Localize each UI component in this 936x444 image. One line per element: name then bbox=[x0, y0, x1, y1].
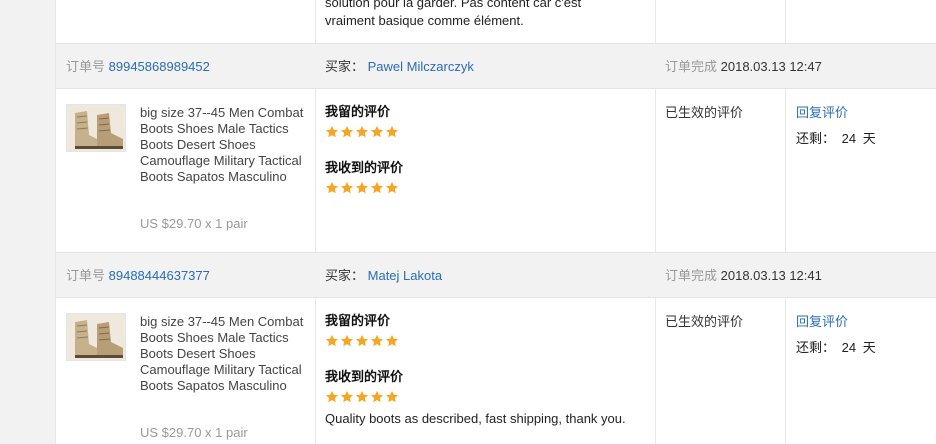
previous-review-comment: solution pour la garder. Pas content car… bbox=[325, 0, 625, 30]
product-price: US $29.70 x 1 pair bbox=[140, 216, 248, 231]
buyer: 买家： Pawel Milczarczyk bbox=[325, 58, 474, 76]
previous-order-tail: solution pour la garder. Pas content car… bbox=[56, 0, 936, 43]
order-completed: 订单完成 2018.03.13 12:47 bbox=[665, 58, 822, 76]
review-actions: 回复评价 还剩： 24 天 bbox=[796, 105, 876, 147]
order-number-link[interactable]: 89945868989452 bbox=[109, 59, 210, 74]
star-icon bbox=[355, 334, 369, 347]
star-icon bbox=[325, 125, 339, 138]
review-status: 已生效的评价 bbox=[665, 314, 744, 329]
review-column: 我留的评价 我收到的评价 bbox=[325, 105, 655, 197]
buyer-link[interactable]: Matej Lakota bbox=[368, 268, 442, 283]
remaining-days: 24 bbox=[841, 340, 857, 355]
order-completed: 订单完成 2018.03.13 12:41 bbox=[665, 267, 822, 285]
review-column: 我留的评价 我收到的评价 Quality boots as described,… bbox=[325, 314, 655, 428]
left-gutter bbox=[0, 0, 56, 444]
product-title[interactable]: big size 37--45 Men Combat Boots Shoes M… bbox=[140, 314, 312, 394]
remaining-suffix: 天 bbox=[862, 131, 876, 146]
completed-time: 2018.03.13 12:41 bbox=[720, 268, 822, 283]
column-divider bbox=[785, 89, 786, 252]
completed-label: 订单完成 bbox=[665, 59, 718, 74]
received-review-comment: Quality boots as described, fast shippin… bbox=[325, 411, 626, 426]
received-review-heading: 我收到的评价 bbox=[325, 370, 404, 385]
my-review-heading: 我留的评价 bbox=[325, 105, 391, 120]
product-price: US $29.70 x 1 pair bbox=[140, 425, 248, 440]
order-header: 订单号 89945868989452 买家： Pawel Milczarczyk… bbox=[56, 43, 936, 89]
product-title[interactable]: big size 37--45 Men Combat Boots Shoes M… bbox=[140, 105, 312, 185]
remaining-prefix: 还剩： bbox=[796, 340, 836, 355]
order-header: 订单号 89488444637377 买家： Matej Lakota 订单完成… bbox=[56, 252, 936, 298]
buyer-label: 买家： bbox=[325, 59, 365, 74]
column-divider bbox=[655, 298, 656, 444]
order-number-link[interactable]: 89488444637377 bbox=[109, 268, 210, 283]
product-thumbnail[interactable] bbox=[66, 104, 126, 152]
my-review-stars bbox=[325, 125, 655, 141]
star-icon bbox=[340, 181, 354, 194]
order-number: 订单号 89945868989452 bbox=[66, 58, 210, 76]
star-icon bbox=[340, 390, 354, 403]
remaining-days: 24 bbox=[841, 131, 857, 146]
remaining-suffix: 天 bbox=[862, 340, 876, 355]
completed-label: 订单完成 bbox=[665, 268, 718, 283]
star-icon bbox=[355, 390, 369, 403]
my-review-heading: 我留的评价 bbox=[325, 314, 391, 329]
star-icon bbox=[385, 125, 399, 138]
star-icon bbox=[370, 125, 384, 138]
product-thumbnail[interactable] bbox=[66, 313, 126, 361]
column-divider bbox=[785, 298, 786, 444]
star-icon bbox=[340, 334, 354, 347]
order-number-label: 订单号 bbox=[66, 268, 106, 283]
my-review-stars bbox=[325, 334, 655, 350]
buyer-link[interactable]: Pawel Milczarczyk bbox=[368, 59, 474, 74]
column-divider bbox=[315, 298, 316, 444]
star-icon bbox=[355, 125, 369, 138]
days-remaining: 还剩： 24 天 bbox=[796, 340, 876, 356]
received-review-stars bbox=[325, 390, 655, 406]
reply-review-link[interactable]: 回复评价 bbox=[796, 314, 876, 330]
star-icon bbox=[370, 181, 384, 194]
remaining-prefix: 还剩： bbox=[796, 131, 836, 146]
column-divider bbox=[315, 89, 316, 252]
star-icon bbox=[325, 181, 339, 194]
column-divider bbox=[655, 89, 656, 252]
order-row: big size 37--45 Men Combat Boots Shoes M… bbox=[56, 298, 936, 444]
boots-image-icon bbox=[67, 314, 125, 360]
star-icon bbox=[370, 334, 384, 347]
previous-review-line-1: solution pour la garder. Pas content car… bbox=[325, 0, 582, 10]
buyer: 买家： Matej Lakota bbox=[325, 267, 442, 285]
days-remaining: 还剩： 24 天 bbox=[796, 131, 876, 147]
order-row: big size 37--45 Men Combat Boots Shoes M… bbox=[56, 89, 936, 252]
star-icon bbox=[355, 181, 369, 194]
star-icon bbox=[385, 334, 399, 347]
feedback-table: solution pour la garder. Pas content car… bbox=[56, 0, 936, 444]
order-number: 订单号 89488444637377 bbox=[66, 267, 210, 285]
reply-review-link[interactable]: 回复评价 bbox=[796, 105, 876, 121]
order-number-label: 订单号 bbox=[66, 59, 106, 74]
received-review-heading: 我收到的评价 bbox=[325, 161, 404, 176]
star-icon bbox=[325, 334, 339, 347]
star-icon bbox=[385, 390, 399, 403]
completed-time: 2018.03.13 12:47 bbox=[720, 59, 822, 74]
boots-image-icon bbox=[67, 105, 125, 151]
star-icon bbox=[385, 181, 399, 194]
star-icon bbox=[370, 390, 384, 403]
buyer-label: 买家： bbox=[325, 268, 365, 283]
review-status: 已生效的评价 bbox=[665, 105, 744, 120]
received-review-stars bbox=[325, 181, 655, 197]
review-actions: 回复评价 还剩： 24 天 bbox=[796, 314, 876, 356]
star-icon bbox=[340, 125, 354, 138]
previous-review-line-2: vraiment basique comme élément. bbox=[325, 13, 524, 28]
star-icon bbox=[325, 390, 339, 403]
